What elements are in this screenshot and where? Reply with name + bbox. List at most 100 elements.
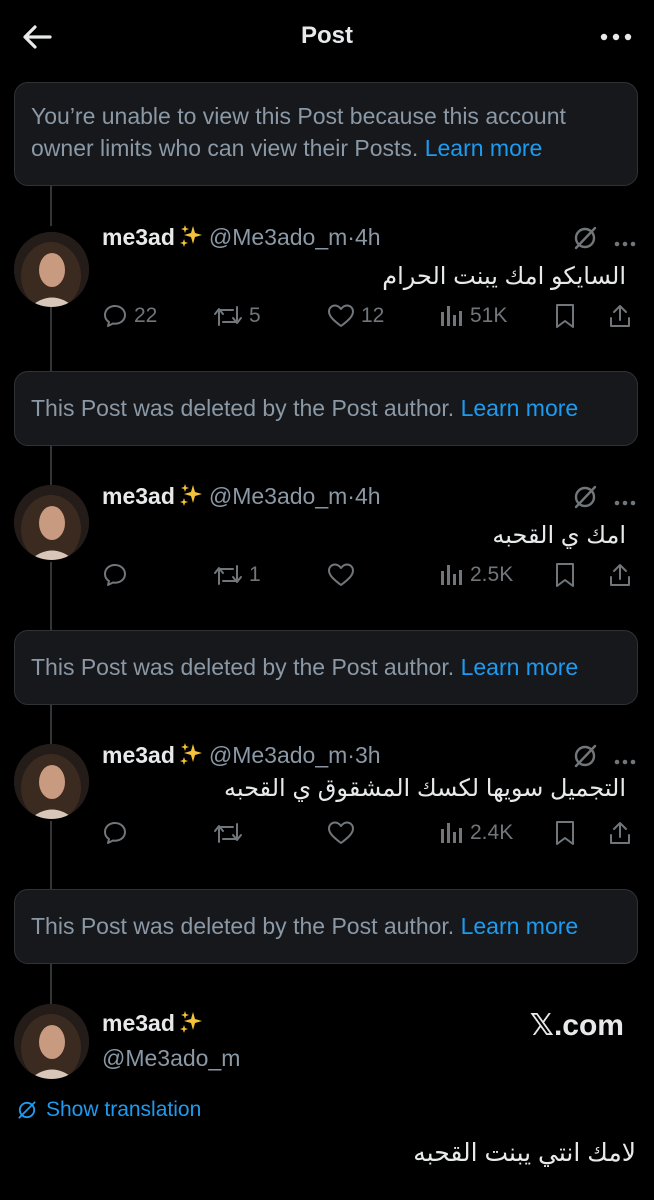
views-count: 2.4K (470, 821, 514, 844)
like-icon (328, 563, 354, 586)
repost-icon (214, 823, 242, 843)
reply-button[interactable] (102, 818, 134, 848)
action-bar: 22 5 12 51K (100, 301, 640, 331)
views-button[interactable]: 51K (440, 301, 507, 331)
reply-icon (104, 564, 126, 586)
caret-icon[interactable] (614, 493, 636, 511)
deleted-notice-text: This Post was deleted by the Post author… (31, 913, 455, 939)
post-time[interactable]: 3h (355, 742, 381, 768)
views-icon (441, 565, 462, 585)
like-icon (328, 821, 354, 844)
views-icon (441, 306, 462, 326)
action-bar: 1 2.5K (100, 560, 640, 590)
views-count: 2.5K (470, 563, 514, 586)
repost-icon (214, 306, 242, 326)
reply-button[interactable]: 22 (102, 301, 157, 331)
reply-icon (104, 305, 126, 327)
tweet-text: امك ي القحبه (492, 522, 626, 549)
caret-icon[interactable] (614, 234, 636, 252)
learn-more-link[interactable]: Learn more (461, 913, 579, 939)
tweet[interactable]: me3ad @Me3ado_m·4h السايكو امك يبنت الحرا… (0, 222, 654, 332)
deleted-notice-text: This Post was deleted by the Post author… (31, 395, 455, 421)
bookmark-icon (556, 304, 574, 328)
grok-icon[interactable] (572, 225, 598, 256)
action-bar: 2.4K (100, 818, 640, 848)
deleted-post-notice: This Post was deleted by the Post author… (14, 889, 638, 964)
top-bar: Post (0, 0, 654, 72)
focused-post-text: لامك انتي يبنت القحبه (413, 1139, 636, 1167)
tweet-text: السايكو امك يبنت الحرام (382, 263, 626, 290)
separator-dot: · (347, 742, 355, 768)
avatar[interactable] (14, 485, 89, 560)
avatar[interactable] (14, 232, 89, 307)
like-count: 12 (361, 304, 385, 327)
bookmark-button[interactable] (554, 301, 576, 331)
like-icon (328, 304, 354, 327)
like-button[interactable] (327, 560, 361, 590)
like-button[interactable]: 12 (327, 301, 384, 331)
repost-button[interactable]: 5 (213, 301, 261, 331)
avatar[interactable] (14, 1004, 89, 1079)
learn-more-link[interactable]: Learn more (461, 395, 579, 421)
focused-post-header: me3ad @Me3ado_m (102, 1008, 240, 1073)
learn-more-link[interactable]: Learn more (461, 654, 579, 680)
learn-more-link[interactable]: Learn more (425, 135, 543, 161)
views-icon (441, 823, 462, 843)
show-translation-button[interactable]: Show translation (16, 1098, 201, 1122)
author-handle[interactable]: @Me3ado_m (102, 1043, 240, 1073)
bookmark-icon (556, 563, 574, 587)
separator-dot: · (347, 483, 355, 509)
share-button[interactable] (608, 560, 632, 590)
author-name[interactable]: me3ad (102, 1010, 175, 1036)
repost-button[interactable]: 1 (213, 560, 261, 590)
repost-icon (214, 565, 242, 585)
bookmark-icon (556, 821, 574, 845)
reply-icon (104, 822, 126, 844)
author-handle[interactable]: @Me3ado_m (209, 742, 347, 768)
sparkles-icon (179, 742, 203, 773)
deleted-post-notice: This Post was deleted by the Post author… (14, 630, 638, 705)
source-watermark: 𝕏.com (529, 1009, 624, 1042)
thread-line (50, 964, 52, 1004)
share-icon (610, 305, 630, 327)
translate-icon (18, 1101, 36, 1119)
views-button[interactable]: 2.4K (440, 818, 513, 848)
bookmark-button[interactable] (554, 818, 576, 848)
repost-count: 5 (249, 304, 261, 327)
repost-button[interactable] (213, 818, 249, 848)
views-button[interactable]: 2.5K (440, 560, 513, 590)
caret-icon[interactable] (614, 752, 636, 770)
author-name[interactable]: me3ad (102, 224, 175, 250)
like-button[interactable] (327, 818, 361, 848)
tweet-header: me3ad @Me3ado_m·4h (102, 481, 381, 511)
sparkles-icon (179, 224, 203, 255)
share-button[interactable] (608, 818, 632, 848)
grok-icon[interactable] (572, 743, 598, 774)
reply-button[interactable] (102, 560, 134, 590)
repost-count: 1 (249, 563, 261, 586)
deleted-notice-text: This Post was deleted by the Post author… (31, 654, 455, 680)
avatar[interactable] (14, 744, 89, 819)
separator-dot: · (347, 224, 355, 250)
bookmark-button[interactable] (554, 560, 576, 590)
grok-icon[interactable] (572, 484, 598, 515)
post-time[interactable]: 4h (355, 483, 381, 509)
author-name[interactable]: me3ad (102, 742, 175, 768)
more-icon[interactable] (598, 28, 634, 46)
tweet-header: me3ad @Me3ado_m·4h (102, 222, 381, 252)
share-icon (610, 564, 630, 586)
tweet-header: me3ad @Me3ado_m·3h (102, 740, 381, 770)
author-name[interactable]: me3ad (102, 483, 175, 509)
deleted-post-notice: This Post was deleted by the Post author… (14, 371, 638, 446)
tweet[interactable]: me3ad @Me3ado_m·4h امك ي القحبه 1 2.5K (0, 481, 654, 591)
post-time[interactable]: 4h (355, 224, 381, 250)
share-button[interactable] (608, 301, 632, 331)
tweet-text: التجميل سويها لكسك المشقوق ي القحبه (223, 775, 626, 802)
thread-line (50, 186, 52, 226)
author-handle[interactable]: @Me3ado_m (209, 224, 347, 250)
tweet[interactable]: me3ad @Me3ado_m·3h التجميل سويها لكسك الم… (0, 740, 654, 850)
restricted-post-notice: You’re unable to view this Post because … (14, 82, 638, 186)
show-translation-label: Show translation (46, 1098, 202, 1121)
author-handle[interactable]: @Me3ado_m (209, 483, 347, 509)
thread-line (50, 446, 52, 486)
